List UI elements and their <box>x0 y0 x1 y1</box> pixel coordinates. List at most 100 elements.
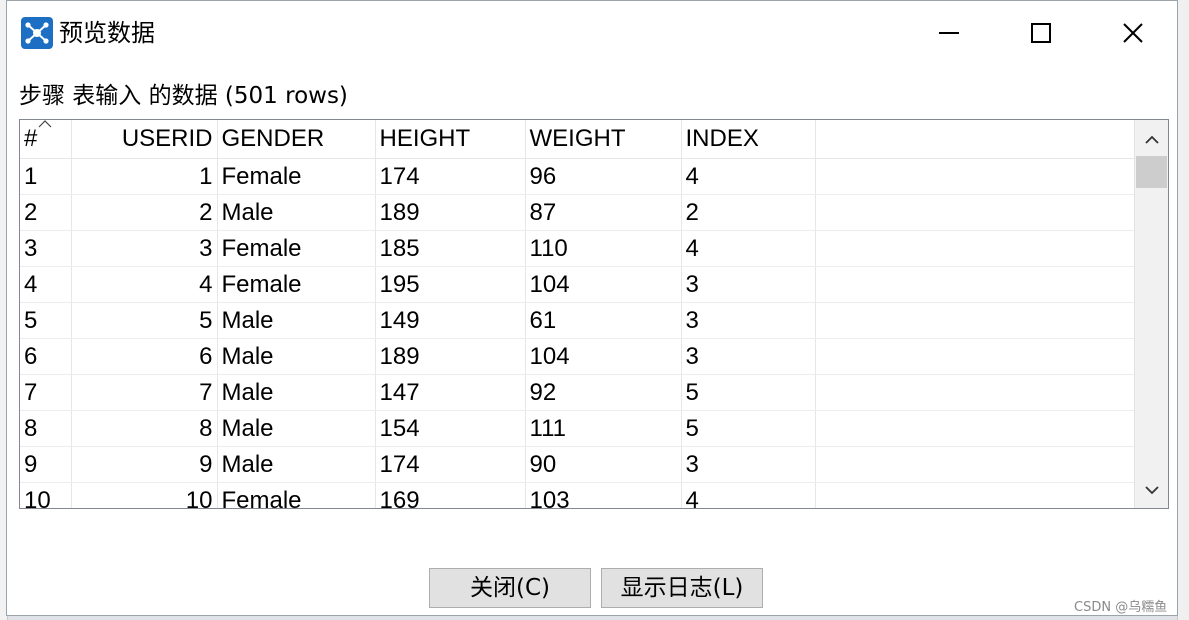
scroll-up-button[interactable] <box>1135 128 1168 152</box>
cell-weight: 110 <box>525 230 682 267</box>
cell-height: 189 <box>375 338 526 375</box>
cell-index: 4 <box>681 482 816 508</box>
maximize-button[interactable] <box>995 7 1087 59</box>
cell-index: 3 <box>681 266 816 303</box>
column-header-userid[interactable]: USERID <box>71 120 218 159</box>
sort-caret-icon <box>38 120 52 128</box>
minimize-icon <box>939 32 959 34</box>
cell-gender: Female <box>217 230 376 267</box>
cell-weight: 92 <box>525 374 682 411</box>
cell-gender: Male <box>217 338 376 375</box>
maximize-icon <box>1031 23 1051 43</box>
table-row[interactable]: 3 3 Female 185 110 4 <box>20 230 1136 267</box>
scrollbar-thumb[interactable] <box>1136 156 1167 188</box>
cell-gender: Female <box>217 266 376 303</box>
window-title: 预览数据 <box>59 19 155 47</box>
cell-weight: 111 <box>525 410 682 447</box>
cell-rownum: 4 <box>20 266 72 303</box>
cell-userid: 6 <box>71 338 218 375</box>
close-icon <box>1123 23 1143 43</box>
table-row[interactable]: 9 9 Male 174 90 3 <box>20 446 1136 483</box>
cell-rownum: 2 <box>20 194 72 231</box>
table-row[interactable]: 5 5 Male 149 61 3 <box>20 302 1136 339</box>
cell-filler <box>815 158 1136 195</box>
column-header-weight[interactable]: WEIGHT <box>525 120 682 159</box>
column-header-index[interactable]: INDEX <box>681 120 816 159</box>
cell-index: 3 <box>681 302 816 339</box>
cell-gender: Female <box>217 482 376 508</box>
cell-filler <box>815 374 1136 411</box>
cell-weight: 90 <box>525 446 682 483</box>
step-data-label: 步骤 表输入 的数据 (501 rows) <box>19 83 348 109</box>
cell-index: 4 <box>681 158 816 195</box>
cell-index: 2 <box>681 194 816 231</box>
cell-rownum: 3 <box>20 230 72 267</box>
cell-rownum: 10 <box>20 482 72 508</box>
cell-weight: 103 <box>525 482 682 508</box>
cell-height: 185 <box>375 230 526 267</box>
table-row[interactable]: 10 10 Female 169 103 4 <box>20 482 1136 508</box>
cell-filler <box>815 446 1136 483</box>
table-row[interactable]: 1 1 Female 174 96 4 <box>20 158 1136 195</box>
cell-gender: Female <box>217 158 376 195</box>
table-row[interactable]: 8 8 Male 154 111 5 <box>20 410 1136 447</box>
cell-height: 147 <box>375 374 526 411</box>
cell-height: 154 <box>375 410 526 447</box>
cell-filler <box>815 266 1136 303</box>
cell-userid: 5 <box>71 302 218 339</box>
cell-weight: 96 <box>525 158 682 195</box>
cell-height: 174 <box>375 446 526 483</box>
cell-userid: 9 <box>71 446 218 483</box>
network-nodes-icon <box>21 17 53 49</box>
cell-weight: 87 <box>525 194 682 231</box>
column-header-height[interactable]: HEIGHT <box>375 120 526 159</box>
cell-rownum: 9 <box>20 446 72 483</box>
data-grid[interactable]: # USERID GENDER HEIGHT WEIGHT INDEX 1 1 Fe… <box>19 119 1169 509</box>
preview-data-dialog: 预览数据 步骤 表输入 的数据 (501 rows) # USERID GEND… <box>6 0 1178 616</box>
cell-filler <box>815 302 1136 339</box>
cell-gender: Male <box>217 194 376 231</box>
cell-userid: 1 <box>71 158 218 195</box>
cell-userid: 10 <box>71 482 218 508</box>
table-header-row: # USERID GENDER HEIGHT WEIGHT INDEX <box>20 120 1136 159</box>
table-row[interactable]: 2 2 Male 189 87 2 <box>20 194 1136 231</box>
cell-userid: 8 <box>71 410 218 447</box>
table-row[interactable]: 4 4 Female 195 104 3 <box>20 266 1136 303</box>
table-row[interactable]: 6 6 Male 189 104 3 <box>20 338 1136 375</box>
chevron-down-icon <box>1145 486 1159 495</box>
cell-height: 195 <box>375 266 526 303</box>
table-row[interactable]: 7 7 Male 147 92 5 <box>20 374 1136 411</box>
cell-index: 3 <box>681 338 816 375</box>
cell-index: 4 <box>681 230 816 267</box>
minimize-button[interactable] <box>903 7 995 59</box>
column-header-gender[interactable]: GENDER <box>217 120 376 159</box>
cell-gender: Male <box>217 446 376 483</box>
cell-userid: 3 <box>71 230 218 267</box>
scroll-down-button[interactable] <box>1135 478 1168 502</box>
column-header-filler <box>815 120 1136 159</box>
cell-index: 5 <box>681 410 816 447</box>
chevron-up-icon <box>1145 135 1159 144</box>
cell-weight: 104 <box>525 266 682 303</box>
cell-userid: 7 <box>71 374 218 411</box>
show-log-button[interactable]: 显示日志(L) <box>601 568 763 608</box>
cell-height: 174 <box>375 158 526 195</box>
cell-filler <box>815 410 1136 447</box>
close-button[interactable]: 关闭(C) <box>429 568 591 608</box>
cell-height: 149 <box>375 302 526 339</box>
cell-filler <box>815 482 1136 508</box>
cell-index: 3 <box>681 446 816 483</box>
cell-weight: 104 <box>525 338 682 375</box>
vertical-scrollbar[interactable] <box>1134 120 1168 508</box>
cell-userid: 4 <box>71 266 218 303</box>
close-window-button[interactable] <box>1087 7 1179 59</box>
cell-weight: 61 <box>525 302 682 339</box>
cell-rownum: 1 <box>20 158 72 195</box>
cell-gender: Male <box>217 374 376 411</box>
cell-userid: 2 <box>71 194 218 231</box>
cell-filler <box>815 194 1136 231</box>
column-header-rownum[interactable]: # <box>20 120 72 159</box>
cell-filler <box>815 338 1136 375</box>
title-bar[interactable]: 预览数据 <box>7 1 1177 63</box>
cell-rownum: 8 <box>20 410 72 447</box>
